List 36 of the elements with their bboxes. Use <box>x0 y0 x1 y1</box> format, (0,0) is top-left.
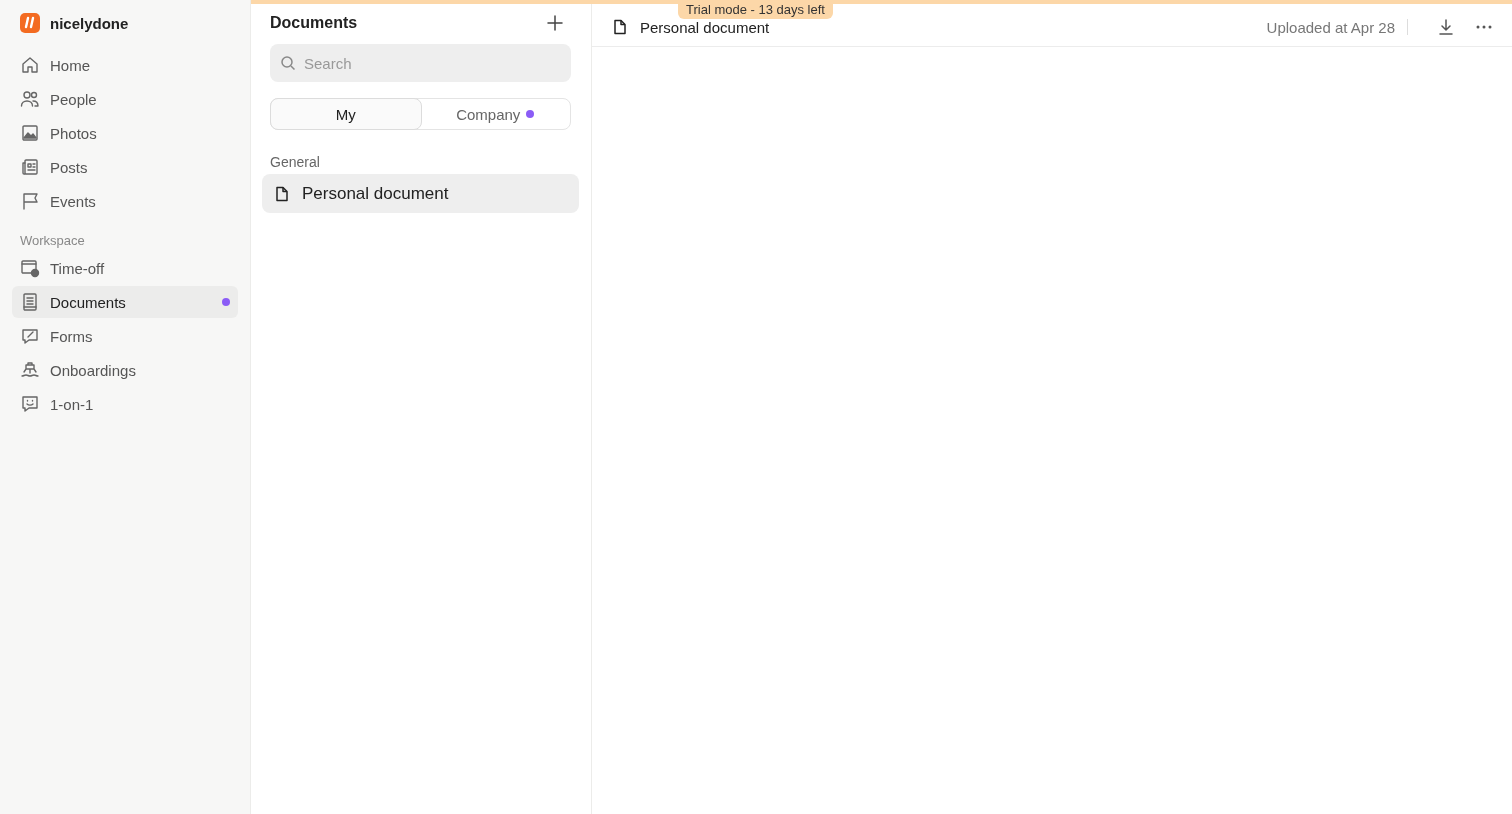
tab[interactable]: My <box>270 98 422 130</box>
sidebar-item[interactable]: Events <box>12 185 238 217</box>
file-icon <box>612 19 628 35</box>
forms-icon <box>20 326 40 346</box>
sidebar-item[interactable]: People <box>12 83 238 115</box>
more-icon[interactable] <box>1476 25 1492 29</box>
sidebar-item[interactable]: Photos <box>12 117 238 149</box>
app-name: nicelydone <box>50 14 129 32</box>
sidebar-item[interactable]: Onboardings <box>12 354 238 386</box>
documents-icon <box>20 292 40 312</box>
document-title: Personal document <box>640 18 770 36</box>
sidebar-item[interactable]: Home <box>12 49 238 81</box>
sidebar-item[interactable]: Forms <box>12 320 238 352</box>
logo-icon <box>20 13 40 33</box>
home-icon <box>20 55 40 75</box>
onboardings-icon <box>20 360 40 380</box>
file-icon <box>274 185 290 202</box>
photos-icon <box>20 123 40 143</box>
download-icon[interactable] <box>1438 19 1454 35</box>
sidebar-item[interactable]: Posts <box>12 151 238 183</box>
add-icon[interactable] <box>547 15 563 31</box>
group-title: General <box>269 153 321 172</box>
panel-title: Documents <box>270 14 358 32</box>
upload-date: Uploaded at Apr 28 <box>1266 18 1395 36</box>
posts-icon <box>20 157 40 177</box>
sidebar-item[interactable]: 1-on-1 <box>12 388 238 420</box>
sidebar-item[interactable]: Time-off <box>12 252 238 284</box>
section-title: Workspace <box>19 232 86 250</box>
search-field[interactable]: Search <box>270 44 571 82</box>
people-icon <box>20 89 40 109</box>
tab[interactable]: Company <box>420 99 570 129</box>
events-icon <box>20 191 40 211</box>
oneonone-icon <box>20 394 40 414</box>
sidebar-item[interactable]: Documents <box>12 286 238 318</box>
document-item[interactable]: Personal document <box>262 174 579 213</box>
timeoff-icon <box>20 258 40 278</box>
